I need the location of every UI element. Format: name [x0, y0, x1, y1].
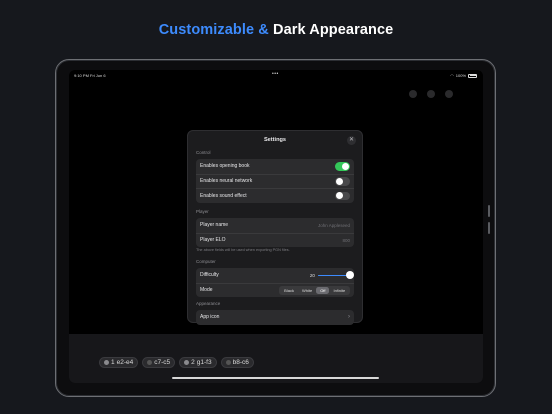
black-piece-icon	[225, 360, 231, 365]
difficulty-value: 20	[309, 272, 315, 278]
modal-title: Settings	[263, 137, 287, 143]
move-chip[interactable]: 2 g1-f3	[179, 357, 217, 368]
neural-network-toggle[interactable]	[335, 177, 350, 186]
wifi-icon: ◠	[450, 73, 454, 78]
appearance-group: App icon ›	[196, 310, 354, 325]
white-piece-icon	[184, 360, 190, 365]
mode-option-off[interactable]: Off	[316, 286, 330, 294]
neural-network-row: Enables neural network	[196, 173, 354, 189]
close-icon[interactable]: ✕	[347, 136, 356, 145]
toolbar-button-icon[interactable]	[445, 90, 453, 98]
move-chip[interactable]: 1 e2-e4	[99, 357, 139, 368]
ipad-volume-button	[488, 222, 490, 234]
computer-group: Difficulty 20 Mode Black White Off Infin…	[196, 268, 354, 297]
battery-percent: 100%	[455, 73, 466, 78]
move-chip[interactable]: b8-c6	[220, 357, 254, 368]
toolbar	[409, 90, 453, 98]
ipad-volume-button	[488, 205, 490, 217]
difficulty-slider-thumb[interactable]	[346, 271, 354, 280]
player-elo-field[interactable]: 800	[342, 238, 350, 243]
difficulty-slider[interactable]	[318, 271, 354, 280]
status-time-date: 9:10 PM Fri Jun 6	[74, 73, 106, 78]
difficulty-label: Difficulty	[200, 272, 219, 279]
app-icon-label: App icon	[200, 314, 220, 321]
section-appearance-heading: Appearance	[196, 301, 221, 306]
home-indicator[interactable]	[172, 377, 379, 379]
opening-book-row: Enables opening book	[196, 159, 354, 174]
status-date: Fri Jun 6	[90, 73, 106, 78]
status-time: 9:10 PM	[74, 73, 89, 78]
white-piece-icon	[104, 360, 109, 365]
move-list: 1 e2-e4 c7-c5 2 g1-f3 b8-c6	[99, 357, 254, 368]
status-bar: 9:10 PM Fri Jun 6 ••• ◠ 100%	[69, 71, 483, 81]
sound-effect-row: Enables sound effect	[196, 188, 354, 203]
opening-book-label: Enables opening book	[200, 163, 250, 170]
settings-modal: Settings ✕ Control Enables opening book …	[187, 130, 363, 325]
player-name-field[interactable]: John Appleseed	[318, 223, 350, 228]
sound-effect-label: Enables sound effect	[200, 192, 247, 199]
mode-label: Mode	[200, 287, 213, 294]
player-elo-label: Player ELO	[200, 237, 226, 244]
move-text: c7-c5	[154, 359, 171, 366]
move-chip[interactable]: c7-c5	[142, 357, 176, 368]
move-text: g1-f3	[196, 359, 212, 366]
difficulty-row: Difficulty 20	[196, 268, 354, 283]
toolbar-button-icon[interactable]	[427, 90, 435, 98]
player-footnote: The above fields will be used when expor…	[196, 248, 290, 252]
player-name-label: Player name	[200, 222, 229, 229]
section-player-heading: Player	[196, 209, 209, 214]
black-piece-icon	[147, 360, 153, 365]
control-group: Enables opening book Enables neural netw…	[196, 159, 354, 203]
player-group: Player name John Appleseed Player ELO 80…	[196, 218, 354, 247]
mode-option-black[interactable]: Black	[280, 287, 298, 294]
player-name-row[interactable]: Player name John Appleseed	[196, 218, 354, 233]
headline-accent: Customizable &	[158, 22, 269, 38]
app-icon-row[interactable]: App icon ›	[196, 310, 354, 325]
mode-option-white[interactable]: White	[298, 287, 316, 294]
toolbar-button-icon[interactable]	[409, 90, 417, 98]
move-text: b8-c6	[232, 359, 249, 366]
move-number: 2	[191, 359, 195, 366]
neural-network-label: Enables neural network	[200, 178, 253, 185]
mode-segmented-control: Black White Off Infinite	[279, 286, 350, 295]
chevron-right-icon: ›	[348, 314, 350, 321]
mode-option-infinite[interactable]: Infinite	[329, 287, 349, 294]
headline-rest: Dark Appearance	[273, 22, 394, 38]
headline: Customizable & Dark Appearance	[0, 22, 552, 38]
mode-row: Mode Black White Off Infinite	[196, 282, 354, 298]
section-computer-heading: Computer	[196, 259, 216, 264]
multitask-dots-icon[interactable]: •••	[272, 71, 279, 77]
sound-effect-toggle[interactable]	[335, 191, 350, 200]
status-right: ◠ 100%	[450, 73, 477, 78]
move-number: 1	[111, 359, 115, 366]
player-elo-row[interactable]: Player ELO 800	[196, 232, 354, 248]
move-text: e2-e4	[116, 359, 134, 366]
battery-icon	[468, 73, 477, 78]
section-control-heading: Control	[196, 150, 211, 155]
opening-book-toggle[interactable]	[335, 162, 350, 171]
